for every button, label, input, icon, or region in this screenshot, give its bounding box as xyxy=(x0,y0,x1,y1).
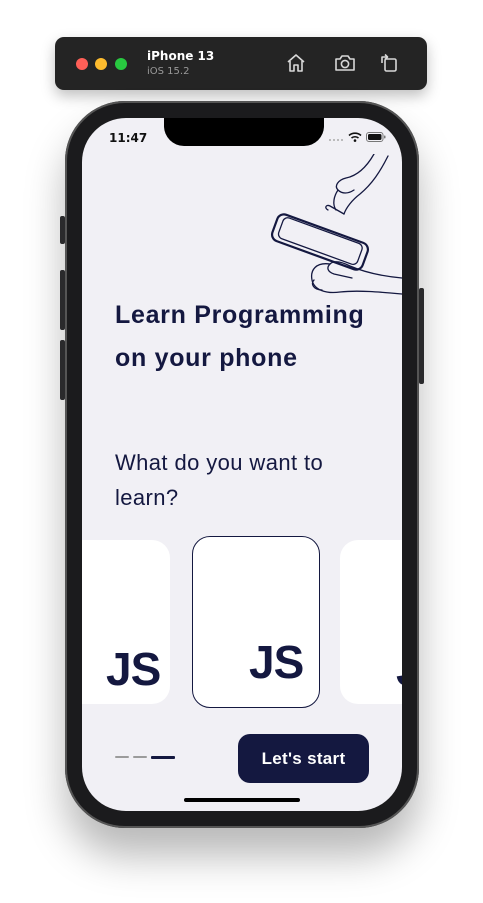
status-time: 11:47 xyxy=(109,131,148,145)
cellular-icon xyxy=(329,139,343,141)
page-dot-active xyxy=(151,755,175,759)
battery-icon xyxy=(366,132,386,142)
page-dot xyxy=(115,756,129,758)
headline: Learn Programming on your phone xyxy=(115,301,365,372)
wifi-icon xyxy=(348,132,362,142)
minimize-window-button[interactable] xyxy=(95,58,107,70)
home-icon xyxy=(287,54,305,72)
power-button xyxy=(419,288,424,384)
hands-phone-illustration xyxy=(270,154,402,295)
os-version: iOS 15.2 xyxy=(147,66,190,77)
close-window-button[interactable] xyxy=(76,58,88,70)
page-indicator xyxy=(115,755,175,759)
language-card-label: JS xyxy=(396,642,402,696)
volume-up-button xyxy=(60,270,65,330)
status-icons xyxy=(328,131,386,143)
lets-start-button[interactable]: Let's start xyxy=(238,734,369,783)
rotate-icon xyxy=(381,53,397,72)
screenshot-icon xyxy=(335,55,355,71)
language-card-selected[interactable]: JS xyxy=(192,536,320,708)
rotate-button[interactable] xyxy=(377,51,401,75)
screenshot-button[interactable] xyxy=(333,51,357,75)
volume-down-button xyxy=(60,340,65,400)
language-carousel[interactable]: JS JS JS xyxy=(82,536,402,712)
language-card[interactable]: JS xyxy=(82,540,170,704)
page-dot xyxy=(133,756,147,758)
simulator-toolbar: iPhone 13 iOS 15.2 xyxy=(55,37,427,90)
device-name: iPhone 13 xyxy=(147,49,215,63)
zoom-window-button[interactable] xyxy=(115,58,127,70)
language-card[interactable]: JS xyxy=(340,540,402,704)
language-card-label: JS xyxy=(249,636,304,688)
mute-switch xyxy=(60,216,65,244)
language-card-label: JS xyxy=(106,643,161,695)
phone-screen: 11:47 Learn Programming on your phone Wh… xyxy=(82,118,402,811)
home-button[interactable] xyxy=(284,51,308,75)
home-indicator[interactable] xyxy=(184,798,300,802)
subtitle: What do you want to learn? xyxy=(115,450,324,510)
notch xyxy=(164,118,324,146)
